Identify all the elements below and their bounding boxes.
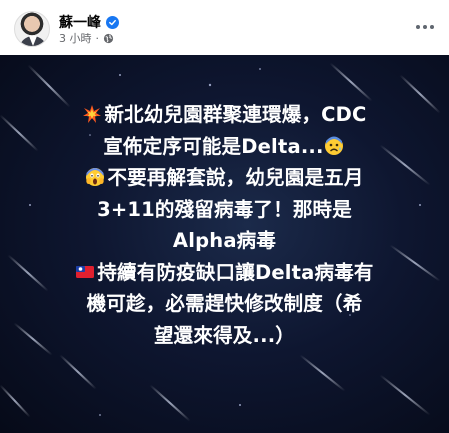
screaming-face-icon	[86, 168, 105, 186]
text-line-5-content: Alpha病毒	[172, 229, 277, 252]
text-line-3-content: 不要再解套說，幼兒園是五月	[107, 166, 364, 189]
anxious-face-icon	[324, 136, 343, 155]
author-name[interactable]: 蘇一峰	[59, 12, 101, 32]
text-line-6: 持續有防疫缺口讓Delta病毒有	[0, 257, 449, 289]
text-line-4-content: 3+11的殘留病毒了！那時是	[97, 197, 352, 221]
text-line-5: Alpha病毒	[0, 225, 449, 257]
collision-icon	[83, 105, 102, 123]
more-options-dot	[430, 25, 434, 29]
text-line-1: 新北幼兒園群聚連環爆，CDC	[0, 99, 449, 131]
more-options-dot	[423, 25, 427, 29]
author-avatar[interactable]	[14, 11, 50, 47]
globe-icon[interactable]	[103, 33, 114, 44]
post-meta: 3 小時 ·	[59, 30, 114, 46]
text-line-2: 宣佈定序可能是Delta...	[0, 131, 449, 163]
more-options-dot	[416, 25, 420, 29]
text-line-7-content: 機可趁，必需趕快修改制度（希	[86, 292, 363, 315]
text-line-3: 不要再解套說，幼兒園是五月	[0, 162, 449, 194]
text-line-7: 機可趁，必需趕快修改制度（希	[0, 288, 449, 320]
text-line-6-content: 持續有防疫缺口讓Delta病毒有	[97, 260, 374, 284]
author-line: 蘇一峰	[59, 12, 119, 32]
post-timestamp[interactable]: 3 小時	[59, 30, 92, 46]
taiwan-flag-icon	[76, 265, 95, 278]
verified-badge-icon	[106, 15, 119, 29]
post-header: 蘇一峰 3 小時 ·	[0, 0, 449, 55]
meta-separator: ·	[95, 31, 100, 45]
more-options-button[interactable]	[412, 14, 438, 40]
text-line-8: 望還來得及...）	[0, 320, 449, 352]
post-image[interactable]: 新北幼兒園群聚連環爆，CDC 宣佈定序可能是Delta... 不要再解套說，幼兒…	[0, 55, 449, 433]
text-line-1-content: 新北幼兒園群聚連環爆，CDC	[104, 103, 367, 126]
text-line-8-content: 望還來得及...）	[153, 323, 296, 347]
text-line-2-content: 宣佈定序可能是Delta...	[103, 134, 324, 158]
image-text-block: 新北幼兒園群聚連環爆，CDC 宣佈定序可能是Delta... 不要再解套說，幼兒…	[0, 99, 449, 351]
text-line-4: 3+11的殘留病毒了！那時是	[0, 194, 449, 226]
